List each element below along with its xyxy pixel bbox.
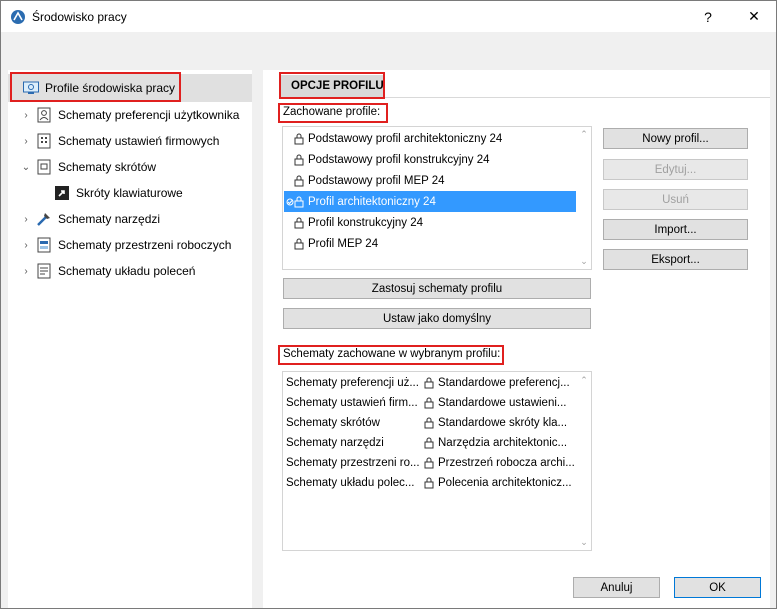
chevron-right-icon[interactable]: › xyxy=(20,214,32,225)
lock-icon xyxy=(294,133,304,144)
edit-button[interactable]: Edytuj... xyxy=(603,159,748,180)
scroll-down-icon[interactable]: ⌄ xyxy=(579,537,589,548)
profile-name: Profil MEP 24 xyxy=(308,237,379,250)
tree-item-command-layout[interactable]: › Schematy układu poleceń xyxy=(20,259,195,283)
tree-item-label: Schematy skrótów xyxy=(58,160,157,174)
chevron-right-icon[interactable]: › xyxy=(20,136,32,147)
tree-item-tools[interactable]: › Schematy narzędzi xyxy=(20,207,160,231)
lock-icon xyxy=(424,377,434,389)
table-row[interactable]: Schematy przestrzeni ro... Przestrzeń ro… xyxy=(283,453,575,473)
user-prefs-icon xyxy=(37,107,51,123)
tree-item-user-prefs[interactable]: › Schematy preferencji użytkownika xyxy=(20,103,239,127)
help-button[interactable]: ? xyxy=(685,1,731,32)
scroll-up-icon[interactable]: ⌃ xyxy=(579,375,589,386)
scheme-type: Schematy skrótów xyxy=(286,417,380,429)
lock-icon xyxy=(424,397,434,409)
scheme-type: Schematy preferencji uż... xyxy=(286,377,419,389)
scroll-up-icon[interactable]: ⌃ xyxy=(579,129,589,140)
tree-item-company-settings[interactable]: › Schematy ustawień firmowych xyxy=(20,129,219,153)
sidebar-tree: Profile środowiska pracy › Schematy pref… xyxy=(8,70,252,608)
chevron-right-icon[interactable]: › xyxy=(20,266,32,277)
lock-icon xyxy=(424,437,434,449)
scheme-value: Standardowe skróty kla... xyxy=(438,417,568,429)
workspace-icon xyxy=(37,237,51,253)
highlight-box-section xyxy=(279,72,385,99)
scheme-type: Schematy ustawień firm... xyxy=(286,397,418,409)
scroll-down-icon[interactable]: ⌄ xyxy=(579,256,589,267)
lock-icon xyxy=(424,477,434,489)
tree-item-label: Schematy ustawień firmowych xyxy=(58,134,220,148)
cancel-button[interactable]: Anuluj xyxy=(573,577,660,598)
scheme-value: Standardowe ustawieni... xyxy=(438,397,567,409)
lock-icon xyxy=(294,238,304,249)
profile-name: Profil architektoniczny 24 xyxy=(308,195,436,208)
lock-icon xyxy=(294,217,304,228)
chevron-right-icon[interactable]: › xyxy=(20,110,32,121)
list-item-selected[interactable]: Profil architektoniczny 24 xyxy=(284,191,576,212)
chevron-right-icon[interactable]: › xyxy=(20,240,32,251)
close-button[interactable]: ✕ xyxy=(731,1,777,32)
tree-item-label: Schematy układu poleceń xyxy=(58,264,196,278)
scheme-type: Schematy układu polec... xyxy=(286,477,415,489)
shortcuts-icon xyxy=(37,159,51,175)
scheme-value: Narzędzia architektonic... xyxy=(438,437,568,449)
lock-icon xyxy=(294,196,304,207)
tree-item-shortcuts[interactable]: ⌄ Schematy skrótów xyxy=(20,155,156,179)
import-button[interactable]: Import... xyxy=(603,219,748,240)
table-row[interactable]: Schematy narzędzi Narzędzia architektoni… xyxy=(283,433,567,453)
list-item[interactable]: Podstawowy profil konstrukcyjny 24 xyxy=(284,149,576,170)
company-settings-icon xyxy=(37,133,51,149)
table-row[interactable]: Schematy ustawień firm... Standardowe us… xyxy=(283,393,567,413)
list-item[interactable]: Podstawowy profil MEP 24 xyxy=(284,170,576,191)
lock-icon xyxy=(294,154,304,165)
list-item[interactable]: Profil konstrukcyjny 24 xyxy=(284,212,576,233)
command-layout-icon xyxy=(37,263,51,279)
scheme-value: Przestrzeń robocza archi... xyxy=(438,457,575,469)
lock-icon xyxy=(294,175,304,186)
tree-item-keyboard-shortcuts[interactable]: Skróty klawiaturowe xyxy=(38,181,183,205)
highlight-box-saved-profiles xyxy=(278,103,388,123)
highlight-box-schemes xyxy=(278,345,504,365)
profile-name: Podstawowy profil architektoniczny 24 xyxy=(308,132,503,145)
scheme-type: Schematy przestrzeni ro... xyxy=(286,457,420,469)
tree-item-label: Schematy narzędzi xyxy=(58,212,161,226)
set-default-button[interactable]: Ustaw jako domyślny xyxy=(283,308,591,329)
apply-profile-schemes-button[interactable]: Zastosuj schematy profilu xyxy=(283,278,591,299)
tree-item-workspace[interactable]: › Schematy przestrzeni roboczych xyxy=(20,233,231,257)
list-item[interactable]: Podstawowy profil architektoniczny 24 xyxy=(284,128,576,149)
archicad-logo-icon xyxy=(11,10,25,24)
new-profile-button[interactable]: Nowy profil... xyxy=(603,128,748,149)
ok-button[interactable]: OK xyxy=(674,577,761,598)
tree-item-label: Skróty klawiaturowe xyxy=(76,186,183,200)
profile-schemes-list[interactable]: Schematy preferencji uż... Standardowe p… xyxy=(282,371,592,551)
profile-name: Podstawowy profil MEP 24 xyxy=(308,174,445,187)
workspace-dialog: Środowisko pracy ? ✕ Profile środowiska … xyxy=(0,0,777,609)
delete-button[interactable]: Usuń xyxy=(603,189,748,210)
export-button[interactable]: Eksport... xyxy=(603,249,748,270)
profile-name: Podstawowy profil konstrukcyjny 24 xyxy=(308,153,490,166)
title-bar: Środowisko pracy ? ✕ xyxy=(1,1,776,32)
chevron-down-icon[interactable]: ⌄ xyxy=(20,162,32,173)
saved-profiles-list[interactable]: Podstawowy profil architektoniczny 24 Po… xyxy=(282,126,592,270)
highlight-box-profiles xyxy=(10,72,181,102)
table-row[interactable]: Schematy układu polec... Polecenia archi… xyxy=(283,473,572,493)
list-item[interactable]: Profil MEP 24 xyxy=(284,233,576,254)
scheme-value: Polecenia architektonicz... xyxy=(438,477,572,489)
tools-icon xyxy=(37,213,50,226)
table-row[interactable]: Schematy skrótów Standardowe skróty kla.… xyxy=(283,413,567,433)
tree-item-label: Schematy preferencji użytkownika xyxy=(58,108,240,122)
default-check-icon xyxy=(286,198,294,205)
profile-name: Profil konstrukcyjny 24 xyxy=(308,216,424,229)
scheme-type: Schematy narzędzi xyxy=(286,437,384,449)
lock-icon xyxy=(424,457,434,469)
keyboard-shortcut-icon xyxy=(55,186,69,200)
scheme-value: Standardowe preferencj... xyxy=(438,377,570,389)
table-row[interactable]: Schematy preferencji uż... Standardowe p… xyxy=(283,373,570,393)
tree-item-label: Schematy przestrzeni roboczych xyxy=(58,238,232,252)
lock-icon xyxy=(424,417,434,429)
window-title: Środowisko pracy xyxy=(32,10,127,24)
